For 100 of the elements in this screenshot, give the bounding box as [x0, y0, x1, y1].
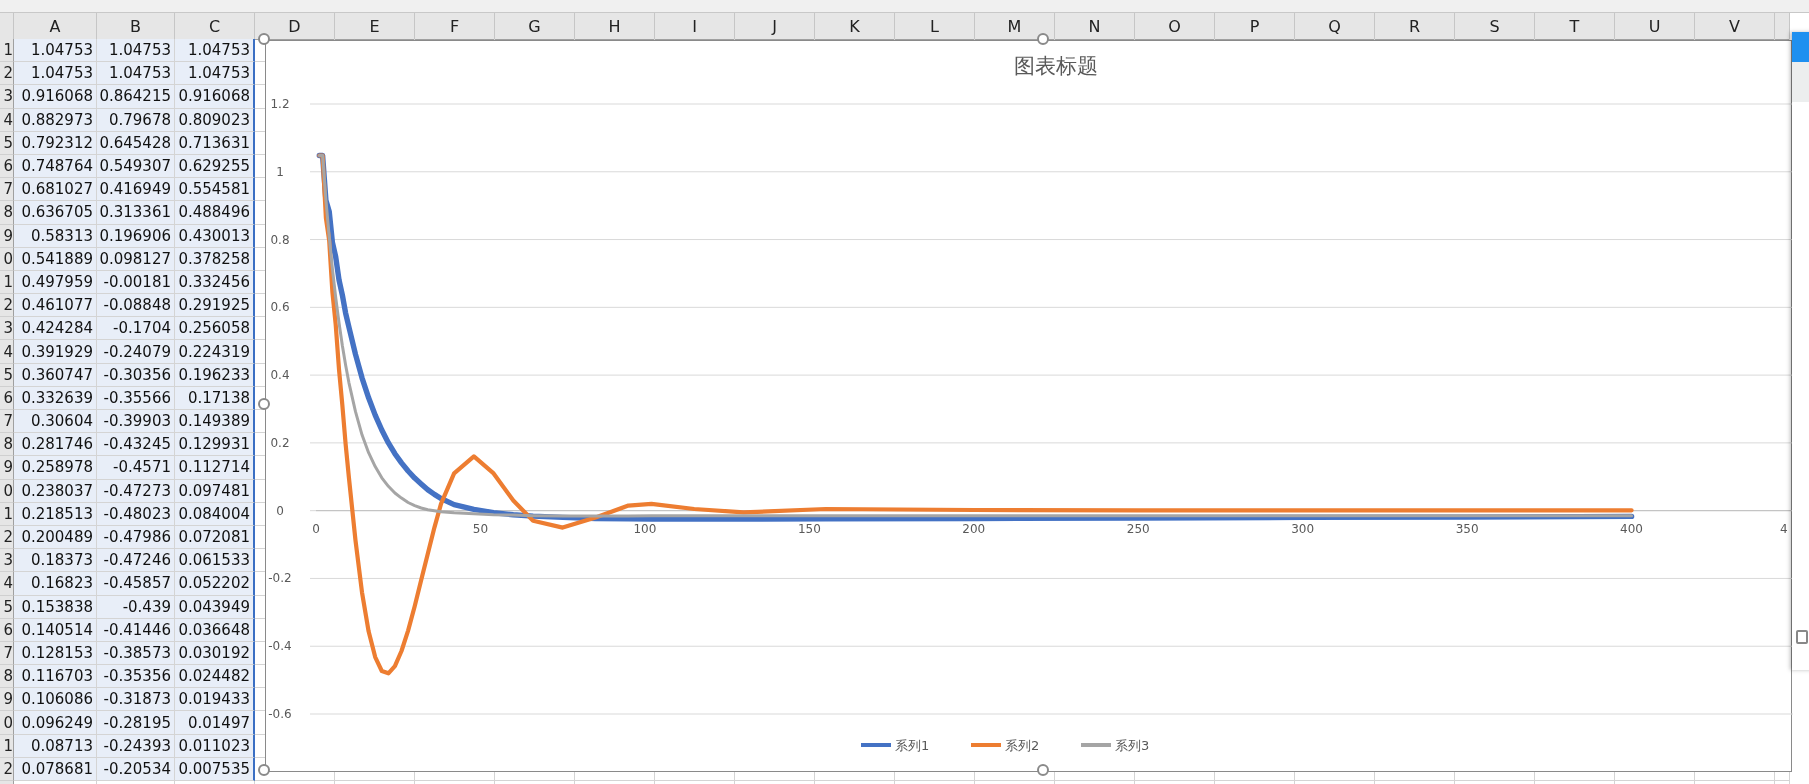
column-header[interactable]: J [735, 13, 815, 40]
table-cell: 0.196906 [97, 224, 175, 248]
column-header[interactable]: M [975, 13, 1055, 40]
table-cell: -0.31873 [97, 688, 175, 712]
row-header[interactable]: 8 [0, 201, 14, 225]
resize-handle[interactable] [258, 764, 270, 776]
table-cell: -0.30356 [97, 363, 175, 387]
row-header[interactable]: 4 [0, 108, 14, 132]
legend-label: 系列1 [895, 738, 930, 753]
table-cell: 0.58313 [14, 224, 97, 248]
table-cell: 0.112714 [175, 456, 255, 480]
row-header[interactable]: 9 [0, 688, 14, 712]
table-cell: 0.084004 [175, 502, 255, 526]
row-header[interactable]: 7 [0, 178, 14, 202]
table-cell: 0.18373 [14, 549, 97, 573]
column-header[interactable]: I [655, 13, 735, 40]
table-cell: 0.011023 [175, 734, 255, 758]
row-header[interactable]: 4 [0, 340, 14, 364]
row-header[interactable]: 1 [0, 270, 14, 295]
column-header[interactable]: B [97, 13, 175, 40]
table-cell: 0.291925 [175, 294, 255, 318]
table-cell: -0.35356 [97, 665, 175, 689]
y-tick-label: 0 [276, 503, 284, 518]
table-cell: -0.38573 [97, 641, 175, 666]
table-cell: 0.554581 [175, 178, 255, 202]
square-icon[interactable] [1796, 630, 1808, 644]
column-header[interactable]: T [1535, 13, 1615, 40]
column-header[interactable]: A [14, 13, 97, 40]
column-header[interactable]: R [1375, 13, 1455, 40]
table-cell: 0.792312 [14, 131, 97, 155]
resize-handle[interactable] [258, 398, 270, 410]
row-header[interactable]: 7 [0, 410, 14, 434]
table-cell: 0.681027 [14, 178, 97, 202]
row-header[interactable]: 1 [0, 502, 14, 526]
row-header[interactable]: 9 [0, 456, 14, 480]
table-cell: 0.645428 [97, 131, 175, 155]
table-cell: -0.24079 [97, 340, 175, 364]
column-header[interactable] [1775, 13, 1790, 40]
column-header[interactable]: D [255, 13, 335, 40]
table-cell: 0.116703 [14, 665, 97, 689]
column-header[interactable]: L [895, 13, 975, 40]
column-header[interactable]: Q [1295, 13, 1375, 40]
row-header[interactable]: 2 [0, 757, 14, 781]
table-cell: 0.238037 [14, 479, 97, 503]
table-cell: -0.39903 [97, 410, 175, 434]
table-cell: 0.01497 [175, 711, 255, 735]
table-cell: 0.019433 [175, 688, 255, 712]
column-header[interactable]: U [1615, 13, 1695, 40]
row-header[interactable]: 6 [0, 618, 14, 642]
table-cell: 0.391929 [14, 340, 97, 364]
table-cell: 0.061533 [175, 549, 255, 573]
row-header[interactable]: 0 [0, 479, 14, 503]
y-tick-label: -0.4 [268, 639, 292, 654]
row-header[interactable]: 5 [0, 363, 14, 387]
row-header[interactable]: 7 [0, 641, 14, 666]
row-header[interactable]: 3 [0, 317, 14, 341]
row-header[interactable]: 4 [0, 572, 14, 596]
legend-label: 系列2 [1005, 738, 1040, 753]
row-header[interactable]: 1 [0, 734, 14, 758]
column-header[interactable]: N [1055, 13, 1135, 40]
row-header[interactable]: 6 [0, 154, 14, 179]
row-header[interactable]: 9 [0, 224, 14, 248]
table-cell: 0.313361 [97, 201, 175, 225]
column-header[interactable]: E [335, 13, 415, 40]
row-header[interactable]: 8 [0, 665, 14, 689]
column-header[interactable]: V [1695, 13, 1775, 40]
table-cell: 0.072081 [175, 525, 255, 550]
column-header[interactable]: S [1455, 13, 1535, 40]
column-header[interactable]: O [1135, 13, 1215, 40]
table-cell: 0.024482 [175, 665, 255, 689]
row-header[interactable]: 2 [0, 294, 14, 318]
row-header[interactable]: 1 [0, 39, 14, 63]
x-tick-label: 0 [312, 521, 320, 536]
column-header[interactable]: C [175, 13, 255, 40]
column-header[interactable]: K [815, 13, 895, 40]
column-header[interactable]: H [575, 13, 655, 40]
row-header[interactable]: 3 [0, 85, 14, 109]
y-tick-label: 1 [276, 164, 284, 179]
row-header[interactable]: 0 [0, 711, 14, 735]
column-header[interactable]: P [1215, 13, 1295, 40]
x-tick-label: 350 [1455, 521, 1479, 536]
table-cell: 0.416949 [97, 178, 175, 202]
row-header[interactable]: 8 [0, 433, 14, 457]
y-tick-label: -0.6 [268, 707, 292, 721]
row-header[interactable]: 2 [0, 62, 14, 86]
table-cell: -0.28195 [97, 711, 175, 735]
row-header[interactable]: 5 [0, 131, 14, 155]
row-header[interactable]: 5 [0, 595, 14, 619]
column-header[interactable]: G [495, 13, 575, 40]
table-cell: 0.16823 [14, 572, 97, 596]
table-cell: 0.106086 [14, 688, 97, 712]
row-header[interactable]: 3 [0, 549, 14, 573]
table-cell: 0.497959 [14, 270, 97, 295]
column-header[interactable]: F [415, 13, 495, 40]
row-header[interactable]: 6 [0, 386, 14, 410]
table-cell: 0.430013 [175, 224, 255, 248]
chart[interactable]: 图表标题 1.2 1 0.8 0.6 0.4 0.2 0 -0.2 -0.4 -0.6 0 50 100 150 200 250 300 350 400 4 系列1 系列2 系列3 [265, 40, 1792, 772]
row-header[interactable]: 0 [0, 247, 14, 271]
row-header[interactable]: 2 [0, 525, 14, 550]
table-cell: 0.549307 [97, 154, 175, 179]
